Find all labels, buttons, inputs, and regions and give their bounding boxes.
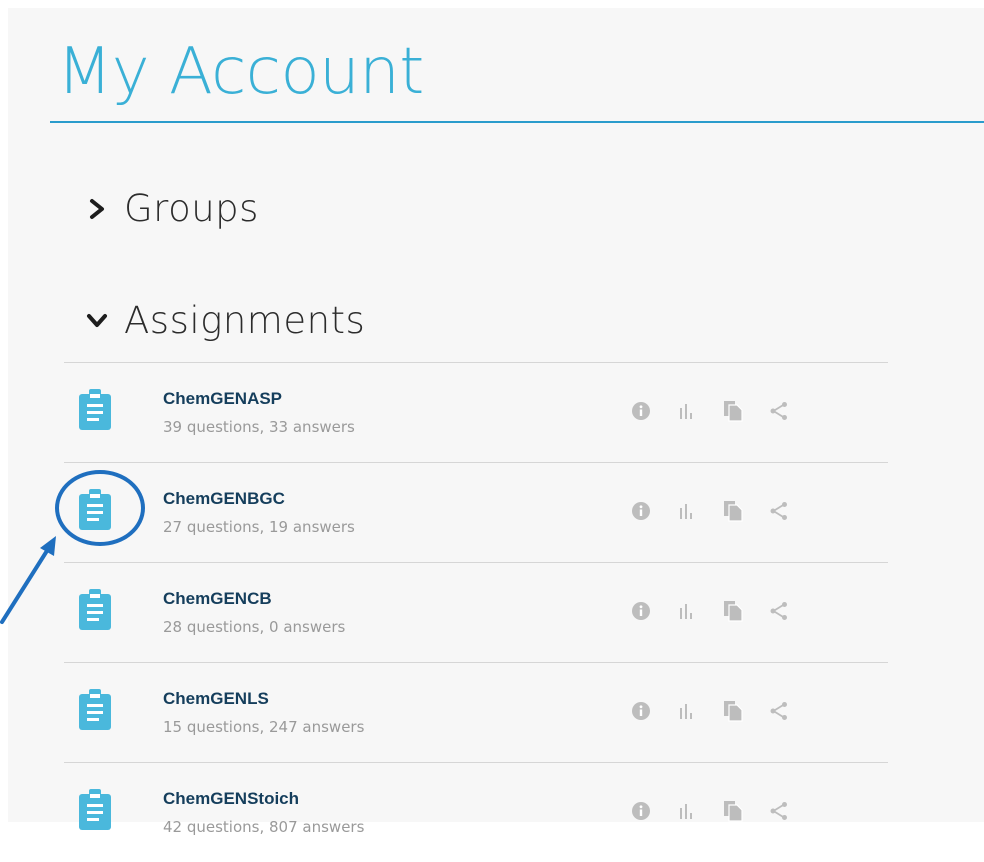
assignments-section-toggle[interactable]: Assignments (86, 302, 365, 339)
groups-section-label: Groups (124, 187, 259, 230)
clipboard-icon[interactable] (78, 789, 112, 831)
copy-icon[interactable] (722, 800, 744, 822)
groups-section-toggle[interactable]: Groups (86, 190, 259, 227)
share-icon[interactable] (768, 600, 790, 622)
assignment-name[interactable]: ChemGENLS (163, 689, 269, 709)
stats-icon[interactable] (676, 600, 698, 622)
assignment-name[interactable]: ChemGENASP (163, 389, 282, 409)
clipboard-icon[interactable] (78, 689, 112, 731)
stats-icon[interactable] (676, 500, 698, 522)
row-actions (630, 400, 790, 422)
assignment-name[interactable]: ChemGENCB (163, 589, 272, 609)
share-icon[interactable] (768, 500, 790, 522)
assignment-row[interactable]: ChemGENBGC 27 questions, 19 answers (64, 462, 888, 562)
assignment-row[interactable]: ChemGENASP 39 questions, 33 answers (64, 362, 888, 462)
share-icon[interactable] (768, 800, 790, 822)
copy-icon[interactable] (722, 400, 744, 422)
assignment-name[interactable]: ChemGENStoich (163, 789, 299, 809)
copy-icon[interactable] (722, 500, 744, 522)
assignment-meta: 42 questions, 807 answers (163, 818, 365, 836)
page-title: My Account (57, 35, 424, 109)
annotation-arrow-icon (0, 536, 56, 624)
assignment-row[interactable]: ChemGENCB 28 questions, 0 answers (64, 562, 888, 662)
assignment-row[interactable]: ChemGENStoich 42 questions, 807 answers (64, 762, 888, 862)
chevron-right-icon (86, 198, 108, 220)
row-actions (630, 800, 790, 822)
assignment-meta: 27 questions, 19 answers (163, 518, 355, 536)
assignments-list: ChemGENASP 39 questions, 33 answers Chem… (64, 362, 888, 862)
stats-icon[interactable] (676, 800, 698, 822)
clipboard-icon[interactable] (78, 389, 112, 431)
assignment-row[interactable]: ChemGENLS 15 questions, 247 answers (64, 662, 888, 762)
copy-icon[interactable] (722, 700, 744, 722)
row-actions (630, 700, 790, 722)
assignment-name[interactable]: ChemGENBGC (163, 489, 285, 509)
assignment-meta: 39 questions, 33 answers (163, 418, 355, 436)
clipboard-icon[interactable] (78, 589, 112, 631)
share-icon[interactable] (768, 700, 790, 722)
stats-icon[interactable] (676, 700, 698, 722)
info-icon[interactable] (630, 500, 652, 522)
row-actions (630, 500, 790, 522)
chevron-down-icon (86, 310, 108, 332)
info-icon[interactable] (630, 400, 652, 422)
copy-icon[interactable] (722, 600, 744, 622)
assignment-meta: 15 questions, 247 answers (163, 718, 365, 736)
share-icon[interactable] (768, 400, 790, 422)
stats-icon[interactable] (676, 400, 698, 422)
assignment-meta: 28 questions, 0 answers (163, 618, 346, 636)
assignments-section-label: Assignments (124, 299, 366, 342)
info-icon[interactable] (630, 600, 652, 622)
info-icon[interactable] (630, 700, 652, 722)
info-icon[interactable] (630, 800, 652, 822)
title-divider (50, 121, 984, 123)
row-actions (630, 600, 790, 622)
